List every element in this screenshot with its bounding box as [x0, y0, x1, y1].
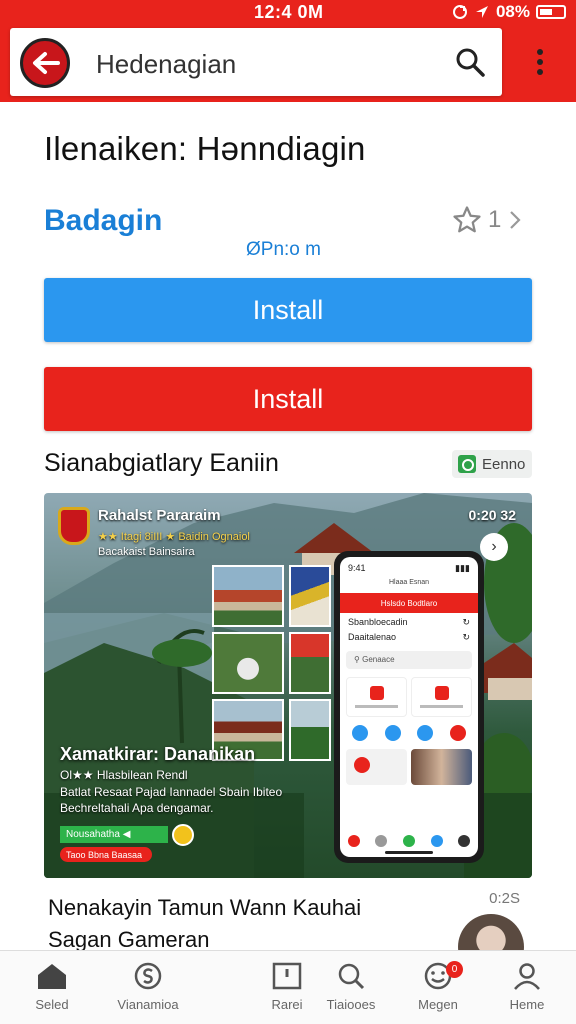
promo-banner[interactable]: Rahalst Pararaim ★★ Itagi 8iIII ★ Baidin… [44, 493, 532, 878]
install-button-primary[interactable]: Install [44, 278, 532, 342]
banner-text-line: Batlat Resaat Pajad Iannadel Sbain Ibite… [60, 785, 283, 799]
phone-media-row [340, 741, 478, 785]
battery-percent: 08% [495, 2, 530, 21]
nav-label: Megen [418, 997, 458, 1012]
banner-headline: Xamatkirar: Dananikan [60, 744, 256, 764]
location-arrow-icon [475, 6, 488, 18]
app-header: Hedenagian [0, 24, 576, 102]
phone-list-row: Daaitalenao ↻ [348, 632, 470, 642]
more-options-icon[interactable] [526, 46, 554, 80]
app-subtitle: ØPn:o m [246, 239, 321, 260]
brand-shield-logo [58, 507, 90, 545]
section-badge[interactable]: Eenno [452, 450, 532, 478]
phone-search-placeholder: Genaace [362, 655, 395, 664]
banner-timestamp: 0:20 32 [468, 507, 516, 523]
photo-grid [212, 565, 336, 765]
nav-label: Vianamioa [117, 997, 179, 1012]
phone-list-row: Sbanbloecadin ↻ [348, 617, 470, 627]
banner-subtitle-2: Bacakaist Bainsaira [98, 546, 195, 558]
nav-label: Tiaiooes [326, 997, 376, 1012]
photo-tile [289, 565, 331, 627]
phone-icon-row [340, 717, 478, 741]
search-icon [338, 963, 365, 990]
banner-cta-button[interactable]: Nousahatha ◀ [60, 826, 168, 843]
nav-label: Heme [509, 997, 545, 1012]
list-item-time: 0:2S [489, 890, 520, 907]
screenshot-icon [458, 455, 476, 473]
nav-item-home[interactable]: Seled [7, 961, 97, 1021]
phone-card [411, 677, 472, 717]
banner-title: Rahalst Pararaim [98, 507, 221, 524]
person-icon [514, 963, 540, 990]
list-item-title-line: Nenakayin Tamun Wann Kauhai [48, 895, 362, 920]
section-badge-label: Eenno [482, 455, 526, 473]
photo-tile [212, 632, 284, 694]
status-bar: 12:4 0M 08% [0, 0, 576, 24]
photo-tile [289, 699, 331, 761]
arrow-left-icon [33, 52, 60, 74]
card-icon [272, 962, 302, 990]
search-icon[interactable] [454, 46, 486, 78]
banner-text-line: Bechreltahali Apa dengamar. [60, 801, 214, 815]
phone-card [346, 677, 407, 717]
phone-bottom-nav [340, 835, 478, 847]
phone-card-grid [340, 669, 478, 717]
battery-icon [536, 5, 566, 19]
home-icon [38, 964, 66, 989]
phone-time: 9:41 [348, 563, 366, 573]
banner-rating-line: Ol★★ Hlasbilean Rendl [60, 768, 188, 782]
phone-row-label: Sbanbloecadin [348, 617, 408, 627]
phone-screen: 9:41 ▮▮▮ Hlaaa Esnan Hslsdo Bodtlaro Sba… [340, 557, 478, 857]
list-item-title[interactable]: Nenakayin Tamun Wann Kauhai Sagan Gamera… [48, 892, 361, 956]
search-input[interactable]: Hedenagian [96, 49, 236, 80]
back-button[interactable] [20, 38, 70, 88]
rating-count: 1 [488, 206, 502, 233]
search-bar[interactable]: Hedenagian [10, 28, 502, 96]
phone-row-label: Daaitalenao [348, 632, 397, 642]
banner-subtitle: ★★ Itagi 8iIII ★ Baidin Ognaiol [98, 531, 250, 543]
phone-signal-icon: ▮▮▮ [455, 563, 470, 573]
photo-tile [212, 565, 284, 627]
phone-home-indicator [385, 851, 433, 854]
star-icon [453, 206, 481, 233]
phone-app-bar: Hslsdo Bodtlaro [340, 593, 478, 613]
nav-item-messages[interactable]: 0 Megen [393, 961, 483, 1021]
page-title: Ilenaiken: Hənndiagin [44, 130, 366, 167]
rating-control[interactable]: 1 [452, 205, 523, 235]
nav-item-search[interactable]: Tiaiooes [306, 961, 396, 1021]
phone-subtitle: Hlaaa Esnan [388, 579, 430, 586]
status-time: 12:4 0M [254, 2, 324, 22]
phone-search-field: ⚲ Genaace [346, 651, 472, 669]
phone-status-bar: 9:41 ▮▮▮ [340, 557, 478, 579]
app-name-link[interactable]: Badagin [44, 204, 162, 238]
banner-next-button[interactable]: › [480, 533, 508, 561]
photo-tile [289, 632, 331, 694]
notification-badge: 0 [446, 961, 463, 978]
sync-icon [452, 5, 467, 19]
nav-item-wallet[interactable]: Vianamioa [103, 961, 193, 1021]
phone-mockup: 9:41 ▮▮▮ Hlaaa Esnan Hslsdo Bodtlaro Sba… [334, 551, 484, 863]
section-title: Sianabgiatlary Eaniin [44, 449, 279, 477]
banner-tag[interactable]: Taoo Bbna Baasaa [60, 847, 152, 862]
nav-label: Seled [35, 997, 69, 1012]
status-icons: 08% [452, 2, 566, 22]
coin-icon [172, 824, 194, 846]
install-button-secondary[interactable]: Install [44, 367, 532, 431]
nav-item-profile[interactable]: Heme [482, 961, 572, 1021]
bottom-navigation: Seled Vianamioa Rarei Tiaiooes 0 Megen H… [0, 950, 576, 1024]
dollar-icon [134, 962, 162, 990]
chevron-right-icon [510, 211, 521, 229]
